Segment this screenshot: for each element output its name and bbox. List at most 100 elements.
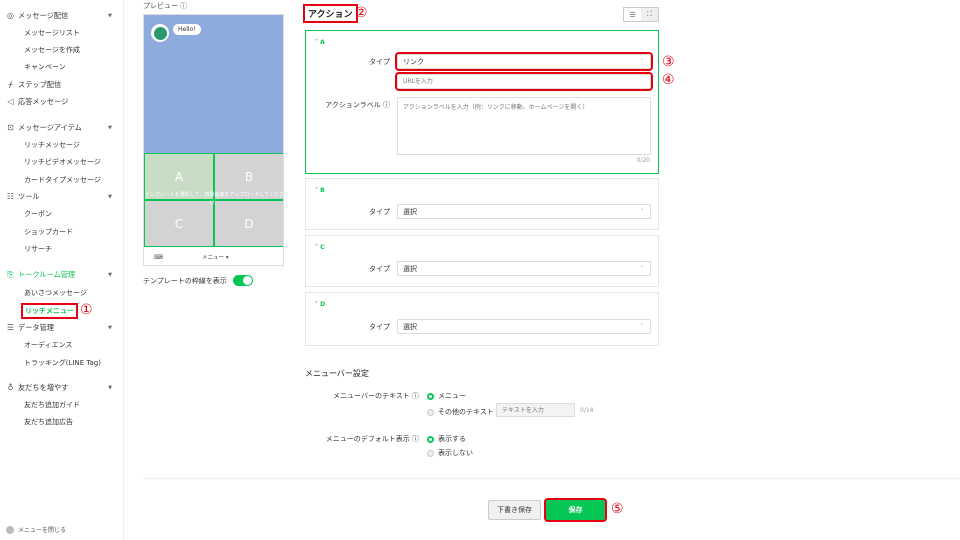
sidebar-item-coupon[interactable]: クーポン <box>0 206 124 222</box>
action-section-b: ˅ B タイプ 選択 ˅ <box>305 178 659 230</box>
type-label: タイプ <box>369 58 390 66</box>
sidebar-section-chatroom[interactable]: ⎘ トークルーム管理 ▼ <box>0 267 124 283</box>
avatar-icon <box>153 26 167 40</box>
marker-3: ③ <box>662 54 675 70</box>
chevron-down-icon: ˅ <box>640 208 644 215</box>
marker-1: ① <box>80 302 93 318</box>
chevron-down-icon: ˅ <box>640 265 644 272</box>
rich-menu-grid: A B C D テンプレートを選択して、背景画像をアップロードしてください。 <box>144 153 284 247</box>
action-a-type-select[interactable]: リンク ˅ <box>395 52 653 71</box>
chevron-down-icon: ˅ <box>640 58 644 65</box>
menu-cell-c[interactable]: C <box>144 200 214 247</box>
type-label: タイプ <box>369 208 390 216</box>
sidebar-item-friend-guide[interactable]: 友だち追加ガイド <box>0 397 124 413</box>
sidebar-item-rich-menu[interactable]: リッチメニュー <box>19 302 78 319</box>
radio-other-text[interactable]: その他のテキスト <box>427 407 494 417</box>
radio-hide[interactable]: 表示しない <box>427 448 473 458</box>
sidebar-item-greeting[interactable]: あいさつメッセージ <box>0 285 124 301</box>
menubar-text-label: メニューバーのテキスト ⓘ <box>333 392 419 400</box>
chatroom-icon: ⎘ <box>7 270 14 279</box>
sidebar: ◎ メッセージ配信 ▼ メッセージリスト メッセージを作成 キャンペーン ᚋ ス… <box>0 0 124 540</box>
radio-unselected <box>427 408 434 416</box>
border-toggle[interactable] <box>232 275 253 286</box>
sidebar-item-friend-ad[interactable]: 友だち追加広告 <box>0 414 124 430</box>
action-a-url-input[interactable] <box>395 72 653 91</box>
other-text-counter: 0/14 <box>580 407 594 414</box>
sidebar-section-message-broadcast[interactable]: ◎ メッセージ配信 ▼ <box>0 8 124 24</box>
action-a-label-textarea[interactable] <box>397 97 651 155</box>
close-menu-button[interactable]: メニューを閉じる <box>6 525 66 534</box>
marker-2: ② <box>355 5 368 21</box>
section-d-toggle[interactable]: ˅ D <box>315 301 325 308</box>
save-button[interactable]: 保存 <box>544 498 607 522</box>
preview-title: プレビュー ⓘ <box>143 2 188 10</box>
radio-selected <box>427 435 434 443</box>
sidebar-section-friends[interactable]: ♁ 友だちを増やす ▼ <box>0 380 124 396</box>
menu-bar: ⌨ メニュー ▾ <box>144 247 283 265</box>
action-section-a: ˅ A タイプ リンク ˅ アクションラベル ⓘ 0/20 <box>305 30 659 174</box>
chevron-down-icon: ▼ <box>108 13 112 19</box>
menu-cell-d[interactable]: D <box>214 200 283 247</box>
chevron-down-icon: ▼ <box>108 325 112 331</box>
sidebar-item-message-list[interactable]: メッセージリスト <box>0 25 124 41</box>
menu-bar-label: メニュー ▾ <box>202 255 229 261</box>
action-d-type-select[interactable]: 選択 ˅ <box>397 319 651 334</box>
avatar <box>151 24 169 42</box>
expand-view-icon[interactable]: ⛶ <box>641 8 658 21</box>
keyboard-icon: ⌨ <box>154 253 163 261</box>
marker-5: ⑤ <box>611 501 624 517</box>
marker-4: ④ <box>662 72 675 88</box>
type-label: タイプ <box>369 323 390 331</box>
other-text-input[interactable] <box>496 403 575 417</box>
item-icon: ⊡ <box>7 123 14 132</box>
collapse-icon <box>6 525 14 534</box>
save-draft-button[interactable]: 下書き保存 <box>488 500 541 520</box>
sidebar-item-shop-card[interactable]: ショップカード <box>0 224 124 240</box>
phone-preview: Hello! A B C D テンプレートを選択して、背景画像をアップロードして… <box>143 14 284 266</box>
radio-show[interactable]: 表示する <box>427 434 466 444</box>
menubar-settings-title: メニューバー設定 <box>305 369 369 378</box>
section-a-toggle[interactable]: ˅ A <box>315 39 325 46</box>
toggle-knob <box>242 276 252 285</box>
footer-divider <box>143 478 960 479</box>
action-b-type-select[interactable]: 選択 ˅ <box>397 204 651 219</box>
chevron-down-icon: ▼ <box>108 272 112 278</box>
menubar-default-label: メニューのデフォルト表示 ⓘ <box>325 435 419 443</box>
sidebar-section-data[interactable]: ☰ データ管理 ▼ <box>0 320 124 336</box>
sidebar-section-tools[interactable]: ☷ ツール ▼ <box>0 189 124 205</box>
sidebar-item-card-message[interactable]: カードタイプメッセージ <box>0 172 124 188</box>
radio-selected <box>427 392 434 400</box>
action-c-type-select[interactable]: 選択 ˅ <box>397 261 651 276</box>
action-section-d: ˅ D タイプ 選択 ˅ <box>305 292 659 346</box>
template-border-toggle-row: テンプレートの枠線を表示 <box>143 275 253 286</box>
action-a-counter: 0/20 <box>636 157 650 164</box>
radio-unselected <box>427 449 434 457</box>
sidebar-section-auto-reply[interactable]: ◁ 応答メッセージ <box>0 94 124 110</box>
list-view-icon[interactable]: ☰ <box>624 8 641 21</box>
section-c-toggle[interactable]: ˅ C <box>315 244 325 251</box>
sidebar-item-tracking[interactable]: トラッキング(LINE Tag) <box>0 355 124 371</box>
chevron-down-icon: ▼ <box>108 194 112 200</box>
friends-icon: ♁ <box>7 383 14 392</box>
sidebar-item-research[interactable]: リサーチ <box>0 241 124 257</box>
sidebar-section-step-delivery[interactable]: ᚋ ステップ配信 <box>0 77 124 93</box>
sidebar-item-campaign[interactable]: キャンペーン <box>0 59 124 75</box>
action-label-label: アクションラベル ⓘ <box>325 101 390 109</box>
sidebar-item-rich-video[interactable]: リッチビデオメッセージ <box>0 154 124 170</box>
reply-icon: ◁ <box>7 97 14 106</box>
radio-menu-text[interactable]: メニュー <box>427 391 466 401</box>
chevron-down-icon: ▼ <box>108 385 112 391</box>
section-b-toggle[interactable]: ˅ B <box>315 187 325 194</box>
tool-icon: ☷ <box>6 192 15 201</box>
template-hint: テンプレートを選択して、背景画像をアップロードしてください。 <box>144 192 284 206</box>
database-icon: ☰ <box>6 323 15 332</box>
chevron-down-icon: ▼ <box>108 125 112 131</box>
broadcast-icon: ◎ <box>7 11 14 20</box>
toggle-label: テンプレートの枠線を表示 <box>143 276 227 285</box>
action-section-c: ˅ C タイプ 選択 ˅ <box>305 235 659 287</box>
sidebar-section-message-items[interactable]: ⊡ メッセージアイテム ▼ <box>0 120 124 136</box>
sidebar-item-create-message[interactable]: メッセージを作成 <box>0 42 124 58</box>
sidebar-item-audience[interactable]: オーディエンス <box>0 337 124 353</box>
chat-bubble: Hello! <box>173 24 201 35</box>
sidebar-item-rich-message[interactable]: リッチメッセージ <box>0 137 124 153</box>
